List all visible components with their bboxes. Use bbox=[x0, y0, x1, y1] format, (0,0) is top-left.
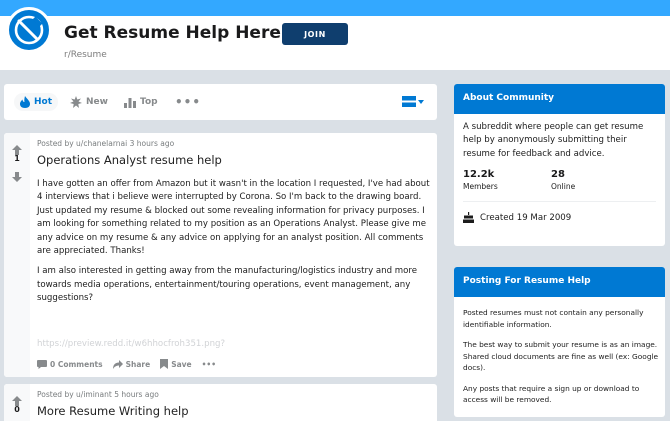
share-button[interactable]: Share bbox=[112, 359, 151, 369]
members-label: Members bbox=[463, 182, 498, 191]
community-banner bbox=[0, 0, 670, 16]
posting-rules-heading: Posting For Resume Help bbox=[454, 267, 665, 297]
sort-bar: Hot New Top ••• bbox=[4, 84, 437, 120]
community-title: Get Resume Help Here bbox=[64, 23, 281, 43]
post-body: I have gotten an offer from Amazon but i… bbox=[37, 178, 433, 313]
vote-column: 0 bbox=[4, 384, 30, 421]
sort-more-button[interactable]: ••• bbox=[175, 93, 201, 111]
post-more-button[interactable]: ••• bbox=[202, 360, 216, 369]
post-card[interactable]: 1 Posted by u/chanelarnai 3 hours ago Op… bbox=[4, 133, 437, 377]
post-image-link[interactable]: https://preview.redd.it/w6hhocfroh351.pn… bbox=[37, 339, 225, 349]
post-actions: 0 Comments Share Save ••• bbox=[37, 359, 216, 369]
about-community-card: About Community A subreddit where people… bbox=[454, 84, 665, 246]
rule-paragraph: Posted resumes must not contain any pers… bbox=[463, 308, 644, 329]
view-toggle-button[interactable] bbox=[402, 96, 424, 107]
subreddit-name: r/Resume bbox=[64, 50, 107, 60]
sort-top-label: Top bbox=[140, 97, 158, 107]
comments-label: 0 Comments bbox=[50, 359, 103, 369]
vote-column: 1 bbox=[4, 133, 30, 377]
divider bbox=[463, 201, 656, 202]
save-label: Save bbox=[171, 359, 192, 369]
community-header: Get Resume Help Here JOIN r/Resume bbox=[0, 7, 670, 70]
save-button[interactable]: Save bbox=[160, 359, 192, 369]
online-stat: 28 Online bbox=[551, 169, 575, 191]
bar-chart-icon bbox=[124, 98, 136, 108]
post-meta: Posted by u/iminant 5 hours ago bbox=[37, 390, 159, 399]
sort-new-button[interactable]: New bbox=[70, 93, 108, 111]
post-title[interactable]: Operations Analyst resume help bbox=[37, 153, 222, 167]
sort-new-label: New bbox=[86, 97, 108, 107]
rule-paragraph: Any posts that require a sign up or down… bbox=[463, 383, 640, 405]
downvote-icon[interactable] bbox=[4, 167, 30, 186]
posting-rules-card: Posting For Resume Help Posted resumes m… bbox=[454, 267, 665, 417]
cake-icon bbox=[463, 212, 474, 223]
sunburst-icon bbox=[70, 96, 82, 108]
online-label: Online bbox=[551, 182, 576, 191]
vote-count: 1 bbox=[14, 154, 20, 163]
community-logo-icon bbox=[6, 7, 52, 53]
sort-top-button[interactable]: Top bbox=[124, 93, 158, 111]
post-paragraph: I am also interested in getting away fro… bbox=[37, 266, 418, 304]
comments-button[interactable]: 0 Comments bbox=[37, 359, 103, 369]
share-icon bbox=[112, 359, 123, 369]
members-stat: 12.2k Members bbox=[463, 169, 498, 191]
bookmark-icon bbox=[160, 359, 169, 369]
online-count: 28 bbox=[551, 169, 565, 180]
post-paragraph: I have gotten an offer from Amazon but i… bbox=[37, 179, 430, 257]
card-view-icon bbox=[402, 96, 416, 107]
sort-hot-button[interactable]: Hot bbox=[14, 93, 59, 111]
comment-icon bbox=[37, 359, 47, 369]
rule-paragraph: The best way to submit your resume is as… bbox=[463, 340, 659, 372]
community-description: A subreddit where people can get resume … bbox=[463, 122, 644, 159]
flame-icon bbox=[20, 96, 30, 108]
post-meta: Posted by u/chanelarnai 3 hours ago bbox=[37, 139, 175, 148]
about-community-heading: About Community bbox=[454, 84, 665, 114]
join-button[interactable]: JOIN bbox=[282, 23, 348, 45]
share-label: Share bbox=[125, 359, 151, 369]
created-date: Created 19 Mar 2009 bbox=[463, 212, 571, 223]
sort-hot-label: Hot bbox=[34, 97, 53, 107]
post-title[interactable]: More Resume Writing help bbox=[37, 404, 189, 418]
chevron-down-icon bbox=[418, 99, 424, 104]
members-count: 12.2k bbox=[463, 169, 495, 180]
post-card[interactable]: 0 Posted by u/iminant 5 hours ago More R… bbox=[4, 384, 437, 421]
created-label: Created 19 Mar 2009 bbox=[480, 212, 572, 223]
posting-rules-text: Posted resumes must not contain any pers… bbox=[463, 307, 659, 415]
vote-count: 0 bbox=[14, 405, 20, 414]
